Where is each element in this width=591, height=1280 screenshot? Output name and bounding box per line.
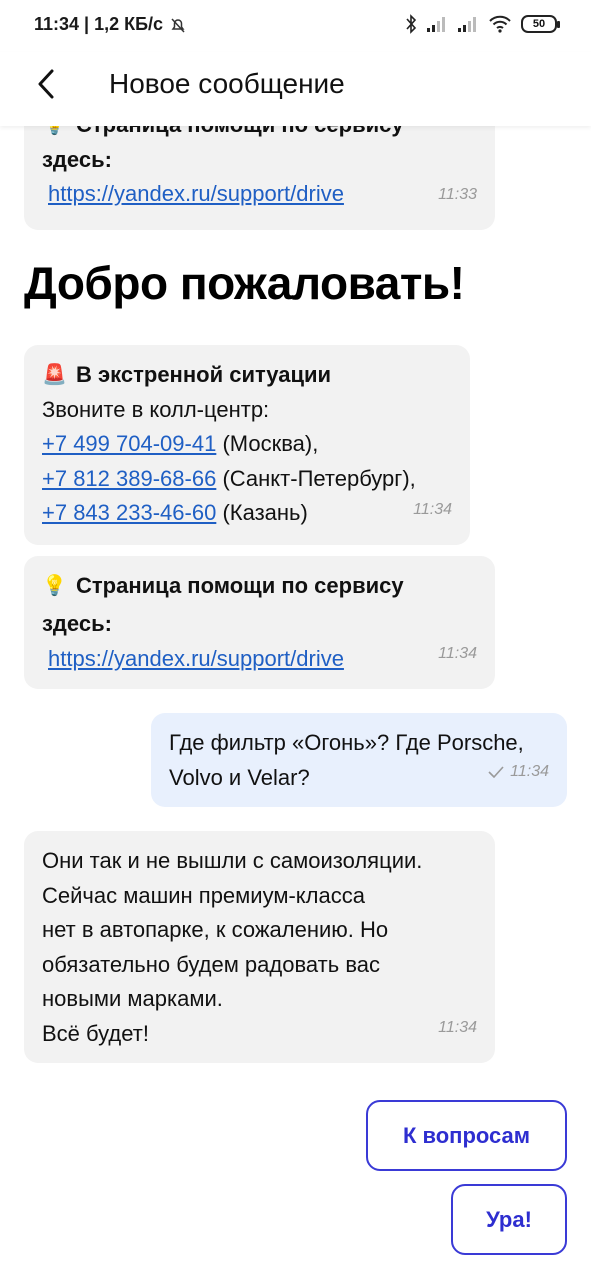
lightbulb-icon: 💡 (42, 126, 76, 143)
emergency-title: В экстренной ситуации (76, 362, 332, 387)
help-here: здесь: (42, 611, 112, 636)
phone-link-moscow[interactable]: +7 499 704-09-41 (42, 431, 216, 456)
battery-icon: 50 (521, 15, 560, 33)
back-button[interactable] (26, 64, 66, 104)
message-emergency: 🚨 В экстренной ситуации Звоните в колл-ц… (24, 345, 470, 545)
siren-icon: 🚨 (42, 364, 67, 386)
battery-level: 50 (532, 18, 546, 30)
lightbulb-icon: 💡 (42, 574, 67, 597)
reply-line: обязательно будем радовать вас (42, 951, 380, 977)
message-help-top: 💡 Страница помощи по сервису здесь: http… (24, 126, 495, 230)
help-title: Страница помощи по сервису (76, 572, 404, 598)
message-reply: Они так и не вышли с самоизоляции. Сейча… (24, 831, 495, 1063)
bluetooth-icon (406, 14, 417, 34)
wifi-icon (489, 15, 511, 33)
chat-area[interactable]: 💡 Страница помощи по сервису здесь: http… (0, 126, 591, 1280)
page-title: Новое сообщение (109, 68, 345, 99)
reply-line: нет в автопарке, к сожалению. Но (42, 917, 389, 942)
message-time: 11:34 (510, 762, 549, 780)
reply-line: новыми марками. (42, 986, 223, 1011)
help-link[interactable]: https://yandex.ru/support/drive (48, 646, 344, 671)
status-time-speed: 11:34 | 1,2 КБ/с (34, 14, 164, 34)
status-right: 50 (405, 14, 560, 34)
message-time: 11:33 (438, 185, 477, 203)
phone-row: +7 843 233-46-60 (Казань) (42, 496, 452, 531)
chevron-left-icon (38, 69, 54, 99)
reply-line: Они так и не вышли с самоизоляции. (42, 848, 423, 873)
phone-city: (Москва), (222, 431, 319, 456)
message-outgoing: Где фильтр «Огонь»? Где Porsche, Volvo и… (151, 713, 567, 807)
quick-reply-hooray-button[interactable]: Ура! (451, 1184, 567, 1255)
phone-city: (Казань) (222, 500, 308, 525)
phone-row: +7 812 389-68-66 (Санкт-Петербург), (42, 462, 452, 497)
phone-row: +7 499 704-09-41 (Москва), (42, 427, 452, 462)
help-title: Страница помощи по сервису (76, 126, 404, 143)
reply-line: Всё будет! (42, 1020, 149, 1046)
message-time: 11:34 (438, 1018, 477, 1036)
signal-2-icon (458, 17, 476, 32)
status-bar: 11:34 | 1,2 КБ/с 50 (0, 0, 591, 52)
message-time-sent: 11:34 (488, 755, 549, 790)
welcome-heading: Добро пожаловать! (24, 257, 465, 309)
quick-reply-to-questions-button[interactable]: К вопросам (366, 1100, 567, 1171)
phone-city: (Санкт-Петербург), (222, 465, 416, 491)
status-left: 11:34 | 1,2 КБ/с (34, 14, 187, 35)
message-help: 💡 Страница помощи по сервису здесь: http… (24, 556, 495, 689)
message-time: 11:34 (413, 500, 452, 518)
message-time: 11:34 (438, 644, 477, 662)
emergency-intro: Звоните в колл-центр: (42, 396, 270, 422)
phone-link-kazan[interactable]: +7 843 233-46-60 (42, 500, 216, 525)
phone-link-spb[interactable]: +7 812 389-68-66 (42, 466, 216, 491)
help-here: здесь: (42, 146, 112, 172)
app-header: Новое сообщение (0, 52, 591, 126)
reply-line: Сейчас машин премиум-класса (42, 882, 365, 908)
signal-1-icon (427, 17, 445, 32)
help-link[interactable]: https://yandex.ru/support/drive (48, 181, 344, 206)
muted-bell-icon (171, 17, 185, 33)
checkmark-icon (488, 766, 504, 778)
